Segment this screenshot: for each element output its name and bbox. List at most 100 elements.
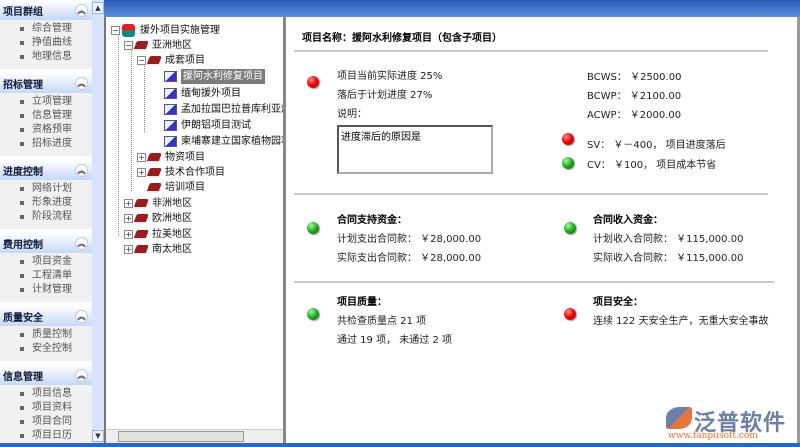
book-icon (133, 244, 149, 255)
sidebar-group-items: 项目信息项目资料项目合同项目日历项目日志 (0, 385, 92, 447)
node-label: 成套项目 (165, 55, 205, 66)
project-dashboard: 项目名称：援阿水利修复项目（包含子项目） 项目当前实际进度 25% 落后于计划进… (286, 17, 800, 443)
sidebar-item[interactable]: 项目合同 (0, 415, 92, 429)
sidebar-item[interactable]: 招标进度 (0, 137, 92, 151)
sidebar-item[interactable]: 项目信息 (0, 387, 92, 401)
scroll-down-button[interactable]: ▼ (92, 430, 104, 442)
contract-in-actual: 实际收入合同款： ￥115,000.00 (593, 253, 744, 264)
node-label: 非洲地区 (152, 198, 192, 209)
quality-result: 通过 19 项， 未通过 2 项 (337, 335, 452, 346)
group-title: 信息管理 (3, 371, 43, 383)
sv-value: SV： ￥－400， 项目进度落后 (587, 140, 726, 151)
collapse-icon[interactable]: ︽ (75, 368, 88, 382)
tree-node-africa[interactable]: + 非洲地区 (124, 196, 192, 211)
note-textarea[interactable]: 进度滞后的原因是 (337, 125, 493, 174)
contract-out-actual: 实际支出合同款： ￥28,000.00 (337, 253, 482, 264)
tree-project-1[interactable]: 缅甸援外项目 (164, 86, 241, 101)
safety-red-icon (564, 308, 576, 320)
sidebar-item[interactable]: 项目资料 (0, 401, 92, 415)
sidebar-item[interactable]: 阶段流程 (0, 210, 92, 224)
logo-icon (666, 407, 692, 429)
sidebar-item[interactable]: 计财管理 (0, 283, 92, 297)
sidebar-group-items: 项目资金 工程清单 计财管理 (0, 253, 92, 302)
sidebar-group-items: 立项管理 信息管理 资格预审 招标进度 (0, 93, 92, 156)
sidebar-group-header[interactable]: 信息管理 ︽ (0, 365, 92, 385)
sidebar-item[interactable]: 综合管理 (0, 22, 92, 36)
project-icon (164, 71, 177, 82)
scroll-thumb[interactable] (118, 431, 244, 442)
node-label: 亚洲地区 (152, 40, 192, 51)
sidebar-scrollbar[interactable]: ▲ ▼ (92, 0, 104, 447)
node-label: 孟加拉国巴拉普库利亚煤 (181, 104, 286, 115)
tree-node-latam[interactable]: + 拉美地区 (124, 227, 192, 242)
sidebar-item[interactable]: 项目资金 (0, 255, 92, 269)
group-title: 进度控制 (3, 166, 43, 178)
collapse-icon[interactable]: ︽ (75, 163, 88, 177)
tree-node-material[interactable]: + 物资项目 (137, 150, 205, 165)
tree-node-training[interactable]: 培训项目 (146, 180, 205, 195)
sidebar-item[interactable]: 工程清单 (0, 269, 92, 283)
node-label: 技术合作项目 (165, 167, 225, 178)
node-label: 援外项目实施管理 (140, 25, 220, 36)
sidebar-group-header[interactable]: 进度控制 ︽ (0, 160, 92, 180)
bcws-value: BCWS： ￥2500.00 (587, 72, 682, 83)
quality-points: 共检查质量点 21 项 (337, 316, 427, 327)
cv-status-green-icon (562, 157, 574, 169)
book-icon (146, 55, 162, 66)
acwp-value: ACWP： ￥2000.00 (587, 110, 682, 121)
collapse-icon[interactable]: ︽ (75, 236, 88, 250)
node-label: 缅甸援外项目 (181, 88, 241, 99)
sidebar-item[interactable]: 项目日历 (0, 429, 92, 443)
sidebar-item[interactable]: 地理信息 (0, 50, 92, 64)
group-title: 费用控制 (3, 239, 43, 251)
book-icon (133, 40, 149, 51)
sidebar-item[interactable]: 资格预审 (0, 123, 92, 137)
note-label: 说明： (337, 109, 367, 120)
page-title: 项目名称：援阿水利修复项目（包含子项目） (302, 33, 502, 44)
project-icon (164, 120, 177, 131)
tree-root[interactable]: − 援外项目实施管理 (111, 23, 220, 38)
collapse-icon[interactable]: ︽ (75, 76, 88, 90)
quality-title: 项目质量： (337, 297, 387, 308)
cv-value: CV： ￥100， 项目成本节省 (587, 160, 717, 171)
tree-horizontal-scrollbar[interactable] (106, 429, 283, 443)
collapse-icon[interactable]: ︽ (75, 309, 88, 323)
tree-project-4[interactable]: 柬埔寨建立国家植物园项 (164, 134, 283, 149)
tree-project-2[interactable]: 孟加拉国巴拉普库利亚煤 (164, 102, 286, 117)
sidebar: 项目群组 ︽ 综合管理 挣值曲线 地理信息 招标管理 ︽ 立项管理 信息管理 资格预审 招标进度 进度… (0, 0, 92, 447)
sidebar-item[interactable]: 网络计划 (0, 182, 92, 196)
sidebar-item[interactable]: 质量控制 (0, 328, 92, 342)
tree-node-tech[interactable]: + 技术合作项目 (137, 165, 225, 180)
node-label: 伊朗铝项目测试 (181, 120, 251, 131)
sidebar-group-header[interactable]: 招标管理 ︽ (0, 73, 92, 93)
book-icon (133, 198, 149, 209)
top-bar (104, 0, 800, 17)
node-label: 欧洲地区 (152, 213, 192, 224)
sidebar-item[interactable]: 安全控制 (0, 342, 92, 356)
tree-node-europe[interactable]: + 欧洲地区 (124, 211, 192, 226)
scroll-up-button[interactable]: ▲ (92, 2, 104, 14)
sv-status-red-icon (562, 133, 574, 145)
tree-node-complete[interactable]: − 成套项目 (137, 53, 205, 68)
tree-project-0[interactable]: 援阿水利修复项目 (164, 69, 265, 84)
tree-project-3[interactable]: 伊朗铝项目测试 (164, 118, 251, 133)
sidebar-item[interactable]: 信息管理 (0, 109, 92, 123)
sidebar-group-header[interactable]: 费用控制 ︽ (0, 233, 92, 253)
sidebar-group-header[interactable]: 项目群组 ︽ (0, 0, 92, 20)
tree-node-asia[interactable]: − 亚洲地区 (124, 38, 192, 53)
sidebar-item[interactable]: 形象进度 (0, 196, 92, 210)
bcwp-value: BCWP： ￥2100.00 (587, 91, 682, 102)
project-icon (164, 136, 177, 147)
safety-title: 项目安全： (593, 297, 643, 308)
sidebar-group-header[interactable]: 质量安全 ︽ (0, 306, 92, 326)
actual-progress: 项目当前实际进度 25% (337, 71, 443, 82)
project-icon (164, 104, 177, 115)
group-title: 质量安全 (3, 312, 43, 324)
node-label: 南太地区 (152, 244, 192, 255)
sidebar-item[interactable]: 立项管理 (0, 95, 92, 109)
sidebar-item[interactable]: 挣值曲线 (0, 36, 92, 50)
divider (294, 50, 768, 52)
tree-node-pacific[interactable]: + 南太地区 (124, 242, 192, 257)
contract-in-title: 合同收入资金： (593, 215, 663, 226)
collapse-icon[interactable]: ︽ (75, 3, 88, 17)
